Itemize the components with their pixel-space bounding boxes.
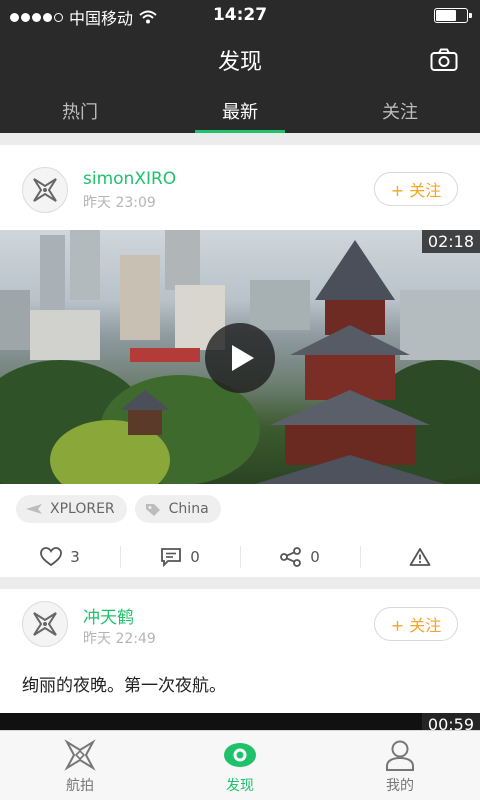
tab-bar: 热门 最新 关注 — [0, 90, 480, 133]
post-text: 绚丽的夜晚。第一次夜航。 — [22, 676, 226, 696]
nav-label: 发现 — [226, 778, 254, 794]
tag-list: XPLORER China — [16, 495, 221, 523]
drone-icon — [64, 739, 96, 771]
tab-hot[interactable]: 热门 — [0, 90, 160, 133]
nav-item-aerial[interactable]: 航拍 — [0, 731, 160, 800]
drone-logo-icon — [33, 178, 57, 202]
drone-icon — [26, 504, 42, 514]
avatar[interactable] — [22, 601, 68, 647]
eye-icon — [224, 743, 256, 767]
feed-post: simonXIRO 昨天 23:09 + 关注 02:18 XPLORER Ch… — [0, 145, 480, 577]
drone-logo-icon — [33, 612, 57, 636]
post-actions: 3 0 0 — [0, 540, 480, 574]
camera-icon[interactable] — [430, 48, 458, 72]
feed-list[interactable]: simonXIRO 昨天 23:09 + 关注 02:18 XPLORER Ch… — [0, 133, 480, 730]
nav-label: 航拍 — [66, 778, 94, 794]
share-icon — [280, 547, 302, 567]
like-button[interactable]: 3 — [0, 540, 120, 574]
status-bar: 中国移动 14:27 — [0, 0, 480, 30]
avatar[interactable] — [22, 167, 68, 213]
follow-button[interactable]: + 关注 — [374, 172, 458, 206]
comment-count: 0 — [190, 548, 200, 566]
tag-label: China — [168, 501, 209, 517]
share-button[interactable]: 0 — [240, 540, 360, 574]
post-time: 昨天 23:09 — [83, 195, 156, 211]
tab-latest[interactable]: 最新 — [160, 90, 320, 133]
video-thumbnail[interactable]: 00:59 — [0, 713, 480, 730]
post-username[interactable]: 冲天鹤 — [83, 603, 134, 628]
nav-label: 我的 — [386, 778, 414, 794]
heart-icon — [40, 547, 63, 567]
status-time: 14:27 — [212, 5, 268, 25]
bottom-nav: 航拍 发现 我的 — [0, 730, 480, 800]
comment-icon — [161, 548, 182, 567]
user-icon — [386, 740, 414, 771]
share-count: 0 — [310, 548, 320, 566]
battery-icon — [434, 8, 472, 23]
video-duration: 02:18 — [421, 230, 480, 253]
nav-item-discover[interactable]: 发现 — [160, 731, 320, 800]
header: 发现 热门 最新 关注 — [0, 30, 480, 133]
nav-item-profile[interactable]: 我的 — [320, 731, 480, 800]
tag-chip[interactable]: XPLORER — [16, 495, 127, 523]
follow-button[interactable]: + 关注 — [374, 607, 458, 641]
tag-label: XPLORER — [50, 501, 115, 517]
report-button[interactable] — [360, 540, 480, 574]
location-tag-icon — [145, 504, 160, 516]
tab-following[interactable]: 关注 — [320, 90, 480, 133]
page-title: 发现 — [217, 50, 262, 75]
like-count: 3 — [70, 548, 80, 566]
post-time: 昨天 22:49 — [83, 631, 156, 647]
feed-post: 冲天鹤 昨天 22:49 + 关注 绚丽的夜晚。第一次夜航。 00:59 — [0, 589, 480, 730]
post-username[interactable]: simonXIRO — [83, 169, 176, 189]
video-thumbnail[interactable]: 02:18 — [0, 230, 480, 484]
video-duration: 00:59 — [421, 713, 480, 730]
play-button[interactable] — [205, 323, 275, 393]
comment-button[interactable]: 0 — [120, 540, 240, 574]
tag-chip[interactable]: China — [134, 495, 221, 523]
warning-icon — [409, 548, 431, 566]
